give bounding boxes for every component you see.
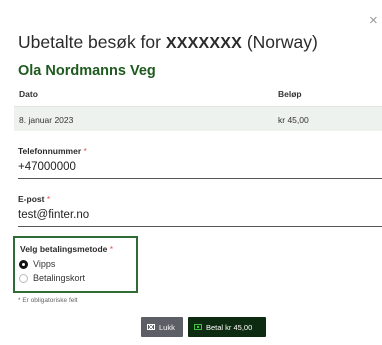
pay-button-label: Betal kr 45,00: [206, 322, 253, 332]
email-label-text: E-post: [18, 194, 45, 204]
radio-betalingskort-label: Betalingskort: [33, 273, 86, 283]
payment-method-label-text: Velg betalingsmetode: [20, 244, 108, 254]
payment-method-group: Velg betalingsmetode * Vipps Betalingsko…: [13, 236, 138, 293]
radio-betalingskort[interactable]: Betalingskort: [19, 272, 85, 284]
title-masked-id: XXXXXXX: [165, 35, 242, 52]
phone-field[interactable]: +47000000: [18, 159, 382, 179]
unpaid-visits-dialog: × Ubetalte besøk for XXXXXXX (Norway) Ol…: [0, 0, 382, 345]
radio-vipps-label: Vipps: [33, 259, 56, 269]
payment-card-icon: [194, 324, 202, 330]
close-button-label: Lukk: [159, 322, 175, 332]
required-mark: *: [109, 244, 114, 254]
radio-vipps[interactable]: Vipps: [19, 258, 55, 270]
email-label: E-post *: [18, 194, 50, 204]
close-button[interactable]: Lukk: [141, 317, 183, 337]
visits-table: Dato Beløp 8. januar 2023 kr 45,00: [14, 84, 382, 131]
required-mark: *: [46, 194, 51, 204]
header-amount: Beløp: [278, 89, 302, 99]
close-x-box-icon: [147, 324, 155, 330]
title-suffix: (Norway): [241, 32, 318, 52]
payment-method-label: Velg betalingsmetode *: [20, 244, 113, 254]
close-icon[interactable]: ×: [369, 13, 381, 28]
cell-date: 8. januar 2023: [19, 115, 74, 125]
required-fields-note: * Er obligatoriske felt: [18, 297, 78, 304]
dialog-title: Ubetalte besøk for XXXXXXX (Norway): [18, 32, 318, 53]
venue-name: Ola Nordmanns Veg: [18, 63, 156, 79]
cell-amount: kr 45,00: [278, 115, 309, 125]
phone-label-text: Telefonnummer: [18, 146, 82, 156]
radio-unchecked-icon[interactable]: [19, 273, 28, 283]
email-field[interactable]: test@finter.no: [18, 207, 382, 227]
pay-button[interactable]: Betal kr 45,00: [188, 317, 266, 337]
header-date: Dato: [19, 89, 38, 99]
required-mark: *: [83, 146, 87, 156]
radio-checked-icon[interactable]: [19, 259, 28, 269]
phone-label: Telefonnummer *: [18, 146, 87, 156]
title-prefix: Ubetalte besøk for: [18, 32, 166, 52]
table-row: 8. januar 2023 kr 45,00: [14, 106, 382, 131]
table-header: Dato Beløp: [14, 84, 382, 106]
